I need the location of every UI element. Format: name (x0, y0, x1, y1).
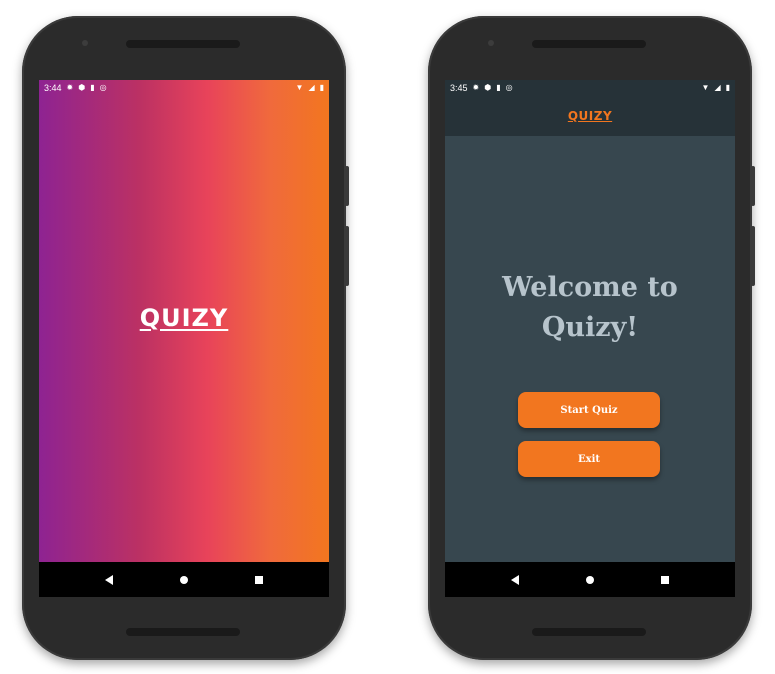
front-camera (488, 40, 494, 46)
recents-icon[interactable] (255, 575, 264, 584)
gear-icon: ✹ (66, 83, 74, 92)
home-background: 3:45 ✹ ⬢ ▮ ◎ ▼ ◢ ▮ QUIZY Welcome to Quiz… (445, 80, 735, 562)
wifi-icon: ▼ (295, 83, 304, 92)
welcome-heading: Welcome to Quizy! (445, 268, 735, 348)
shield-icon: ⬢ (484, 83, 492, 92)
sd-card-icon: ▮ (496, 83, 501, 92)
sd-card-icon: ▮ (90, 83, 95, 92)
battery-icon: ▮ (725, 83, 730, 92)
exit-button[interactable]: Exit (518, 441, 660, 477)
volume-button (751, 226, 755, 286)
signal-icon: ◢ (308, 83, 315, 92)
navigation-bar (39, 562, 329, 597)
status-right: ▼ ◢ ▮ (702, 84, 730, 92)
power-button (751, 166, 755, 206)
app-bar: QUIZY (445, 96, 735, 136)
home-screen: 3:45 ✹ ⬢ ▮ ◎ ▼ ◢ ▮ QUIZY Welcome to Quiz… (445, 80, 735, 597)
shield-icon: ⬢ (78, 83, 86, 92)
status-right: ▼ ◢ ▮ (296, 84, 324, 92)
home-icon[interactable] (179, 575, 188, 584)
splash-logo: QUIZY (139, 304, 229, 332)
welcome-line-2: Quizy! (541, 312, 639, 343)
navigation-bar (445, 562, 735, 597)
phone-frame-splash: 3:44 ✹ ⬢ ▮ ◎ ▼ ◢ ▮ QUIZY (22, 16, 349, 660)
status-time: 3:45 (450, 83, 468, 93)
status-left: 3:44 ✹ ⬢ ▮ ◎ (44, 83, 107, 93)
app-bar-title: QUIZY (567, 109, 613, 123)
wifi-icon: ▼ (701, 83, 710, 92)
gear-icon: ✹ (472, 83, 480, 92)
phone-frame-home: 3:45 ✹ ⬢ ▮ ◎ ▼ ◢ ▮ QUIZY Welcome to Quiz… (428, 16, 755, 660)
volume-button (345, 226, 349, 286)
earpiece-speaker (532, 40, 646, 48)
bottom-speaker (126, 628, 240, 636)
earpiece-speaker (126, 40, 240, 48)
splash-screen: 3:44 ✹ ⬢ ▮ ◎ ▼ ◢ ▮ QUIZY (39, 80, 329, 597)
status-bar: 3:44 ✹ ⬢ ▮ ◎ ▼ ◢ ▮ (39, 80, 329, 96)
home-icon[interactable] (585, 575, 594, 584)
sync-icon: ◎ (99, 83, 107, 92)
status-left: 3:45 ✹ ⬢ ▮ ◎ (450, 83, 513, 93)
signal-icon: ◢ (714, 83, 721, 92)
welcome-line-1: Welcome to (502, 272, 678, 303)
recents-icon[interactable] (661, 575, 670, 584)
sync-icon: ◎ (505, 83, 513, 92)
start-quiz-button[interactable]: Start Quiz (518, 392, 660, 428)
stage: 3:44 ✹ ⬢ ▮ ◎ ▼ ◢ ▮ QUIZY 3:45 ✹ ⬢ ▮ ◎ ▼ … (0, 0, 775, 674)
battery-icon: ▮ (319, 83, 324, 92)
splash-gradient-background: 3:44 ✹ ⬢ ▮ ◎ ▼ ◢ ▮ QUIZY (39, 80, 329, 562)
back-icon[interactable] (104, 574, 113, 585)
status-bar: 3:45 ✹ ⬢ ▮ ◎ ▼ ◢ ▮ (445, 80, 735, 96)
front-camera (82, 40, 88, 46)
status-time: 3:44 (44, 83, 62, 93)
bottom-speaker (532, 628, 646, 636)
power-button (345, 166, 349, 206)
back-icon[interactable] (510, 574, 519, 585)
